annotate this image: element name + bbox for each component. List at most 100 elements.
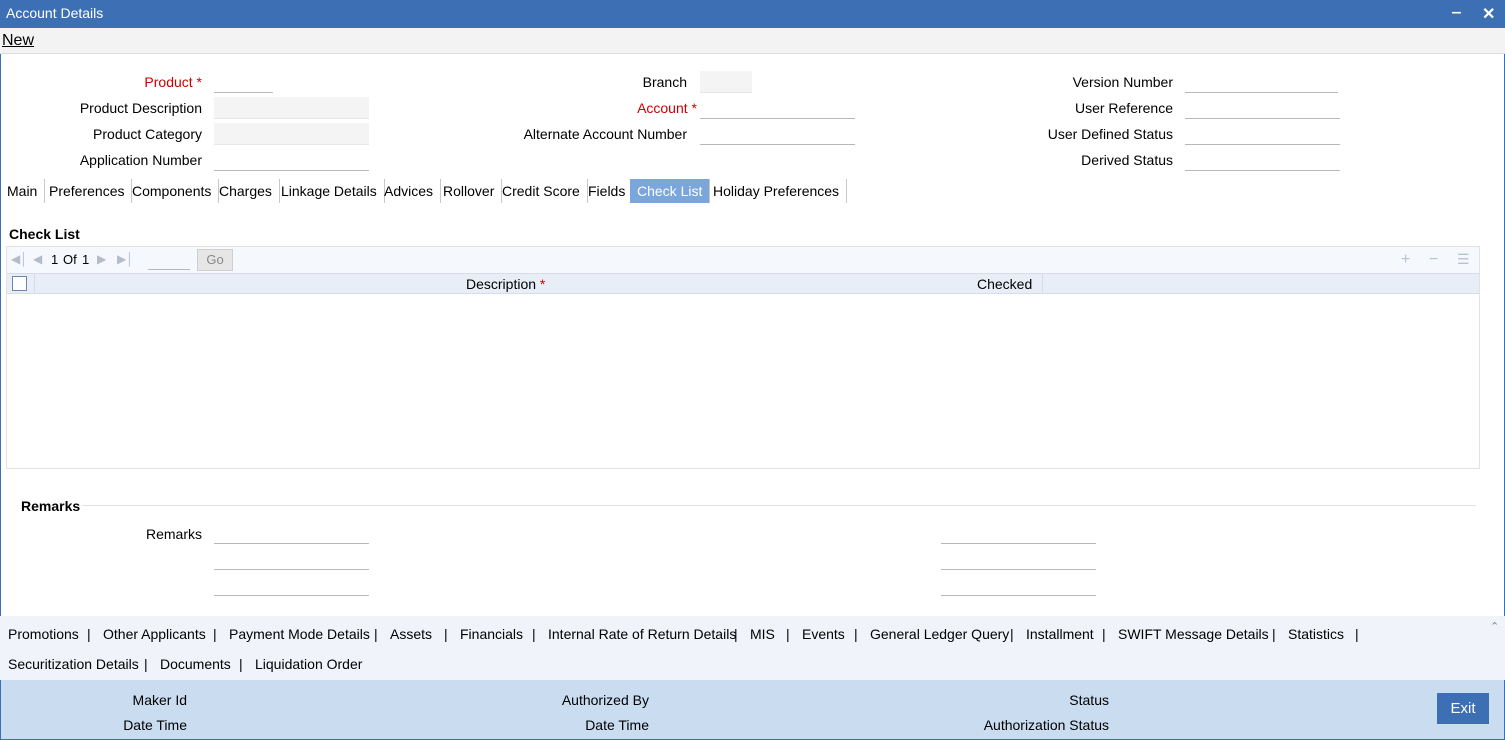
link-statistics[interactable]: Statistics: [1288, 626, 1344, 642]
tab-main[interactable]: Main: [0, 179, 46, 203]
product-category-field: [214, 123, 369, 145]
branch-label: Branch: [642, 74, 687, 90]
remarks-input-3[interactable]: [214, 574, 369, 596]
link-securitization-details[interactable]: Securitization Details: [8, 656, 139, 672]
tab-preferences[interactable]: Preferences: [42, 179, 133, 203]
link-swift-message-details[interactable]: SWIFT Message Details: [1118, 626, 1269, 642]
chevron-up-icon[interactable]: ⌃: [1490, 620, 1499, 633]
authorized-by-label: Authorized By: [561, 692, 649, 708]
product-label: Product *: [144, 74, 202, 90]
link-separator: |: [87, 626, 91, 642]
new-link[interactable]: New: [2, 32, 34, 50]
alternate-account-number-input[interactable]: [700, 123, 855, 145]
link-separator: |: [532, 626, 536, 642]
menu-bar: New: [0, 28, 1505, 54]
checker-date-time-label: Date Time: [585, 717, 649, 733]
remarks-input-4[interactable]: [941, 522, 1096, 544]
tab-advices[interactable]: Advices: [377, 179, 442, 203]
remarks-input-5[interactable]: [941, 548, 1096, 570]
link-separator: |: [239, 656, 243, 672]
add-row-icon[interactable]: +: [1401, 251, 1410, 269]
column-divider: [34, 274, 35, 293]
user-reference-label: User Reference: [1074, 100, 1173, 116]
go-button[interactable]: Go: [197, 249, 233, 271]
product-category-label: Product Category: [93, 126, 202, 142]
branch-field: [700, 71, 752, 93]
subscreen-links: ⌃ Promotions | Other Applicants | Paymen…: [0, 616, 1505, 680]
check-list-grid: ◀│ ◀ 1 Of 1 ▶ ▶│ Go + − ☰ Description * …: [6, 246, 1480, 469]
remarks-input-6[interactable]: [941, 574, 1096, 596]
window-titlebar: Account Details ‒ ✕: [0, 0, 1505, 28]
remarks-label: Remarks: [145, 526, 202, 542]
first-page-icon[interactable]: ◀│: [11, 252, 28, 266]
tab-holiday-preferences[interactable]: Holiday Preferences: [706, 179, 848, 203]
exit-button[interactable]: Exit: [1437, 693, 1489, 724]
last-page-icon[interactable]: ▶│: [117, 252, 134, 266]
link-internal-rate-of-return-details[interactable]: Internal Rate of Return Details: [548, 626, 736, 642]
link-separator: |: [854, 626, 858, 642]
link-separator: |: [786, 626, 790, 642]
total-pages: 1: [82, 252, 90, 267]
tab-charges[interactable]: Charges: [212, 179, 280, 203]
required-mark: *: [691, 100, 697, 116]
required-mark: *: [539, 276, 546, 292]
current-page: 1: [51, 252, 59, 267]
remarks-input-1[interactable]: [214, 522, 369, 544]
page-number-input[interactable]: [148, 250, 190, 270]
alternate-account-number-label: Alternate Account Number: [523, 126, 687, 142]
tab-bar: Main Preferences Components Charges Link…: [0, 179, 1505, 203]
link-assets[interactable]: Assets: [390, 626, 432, 642]
application-number-input[interactable]: [214, 149, 369, 171]
user-defined-status-input[interactable]: [1185, 123, 1340, 145]
product-description-label: Product Description: [79, 100, 202, 116]
tab-components[interactable]: Components: [125, 179, 220, 203]
account-label: Account *: [637, 100, 697, 116]
product-description-field: [214, 97, 369, 119]
account-input[interactable]: [700, 97, 855, 119]
tab-check-list[interactable]: Check List: [630, 179, 711, 203]
application-number-label: Application Number: [79, 152, 202, 168]
select-all-checkbox[interactable]: [12, 276, 27, 291]
checked-column-header: Checked: [977, 276, 1033, 292]
version-number-input[interactable]: [1185, 71, 1338, 93]
previous-page-icon[interactable]: ◀: [33, 252, 42, 266]
window-title: Account Details: [6, 5, 104, 21]
delete-row-icon[interactable]: −: [1429, 251, 1438, 269]
link-mis[interactable]: MIS: [750, 626, 775, 642]
user-defined-status-label: User Defined Status: [1047, 126, 1173, 142]
remarks-input-2[interactable]: [214, 548, 369, 570]
required-mark: *: [196, 74, 202, 90]
check-list-title: Check List: [9, 226, 80, 242]
link-installment[interactable]: Installment: [1026, 626, 1094, 642]
tab-rollover[interactable]: Rollover: [436, 179, 503, 203]
link-liquidation-order[interactable]: Liquidation Order: [255, 656, 362, 672]
link-other-applicants[interactable]: Other Applicants: [103, 626, 206, 642]
tab-linkage-details[interactable]: Linkage Details: [274, 179, 385, 203]
account-label-text: Account: [637, 100, 688, 116]
link-financials[interactable]: Financials: [460, 626, 523, 642]
user-reference-input[interactable]: [1185, 97, 1340, 119]
view-rows-icon[interactable]: ☰: [1457, 251, 1470, 268]
of-label: Of: [63, 252, 77, 267]
maker-date-time-label: Date Time: [123, 717, 187, 733]
link-events[interactable]: Events: [802, 626, 845, 642]
next-page-icon[interactable]: ▶: [97, 252, 106, 266]
grid-header-row: Description * Checked: [7, 273, 1479, 294]
tab-credit-score[interactable]: Credit Score: [495, 179, 588, 203]
audit-footer: Maker Id Date Time Authorized By Date Ti…: [1, 680, 1504, 739]
derived-status-input[interactable]: [1185, 149, 1340, 171]
link-payment-mode-details[interactable]: Payment Mode Details: [229, 626, 370, 642]
tab-fields[interactable]: Fields: [581, 179, 634, 203]
link-separator: |: [734, 626, 738, 642]
link-general-ledger-query[interactable]: General Ledger Query: [870, 626, 1009, 642]
column-divider: [1042, 274, 1043, 293]
minimize-icon[interactable]: ‒: [1452, 4, 1461, 22]
description-header-text: Description: [466, 276, 537, 292]
link-separator: |: [444, 626, 448, 642]
link-separator: |: [1355, 626, 1359, 642]
link-documents[interactable]: Documents: [160, 656, 231, 672]
description-column-header: Description *: [466, 276, 545, 292]
link-promotions[interactable]: Promotions: [8, 626, 79, 642]
close-icon[interactable]: ✕: [1482, 4, 1495, 24]
product-input[interactable]: [214, 71, 273, 93]
